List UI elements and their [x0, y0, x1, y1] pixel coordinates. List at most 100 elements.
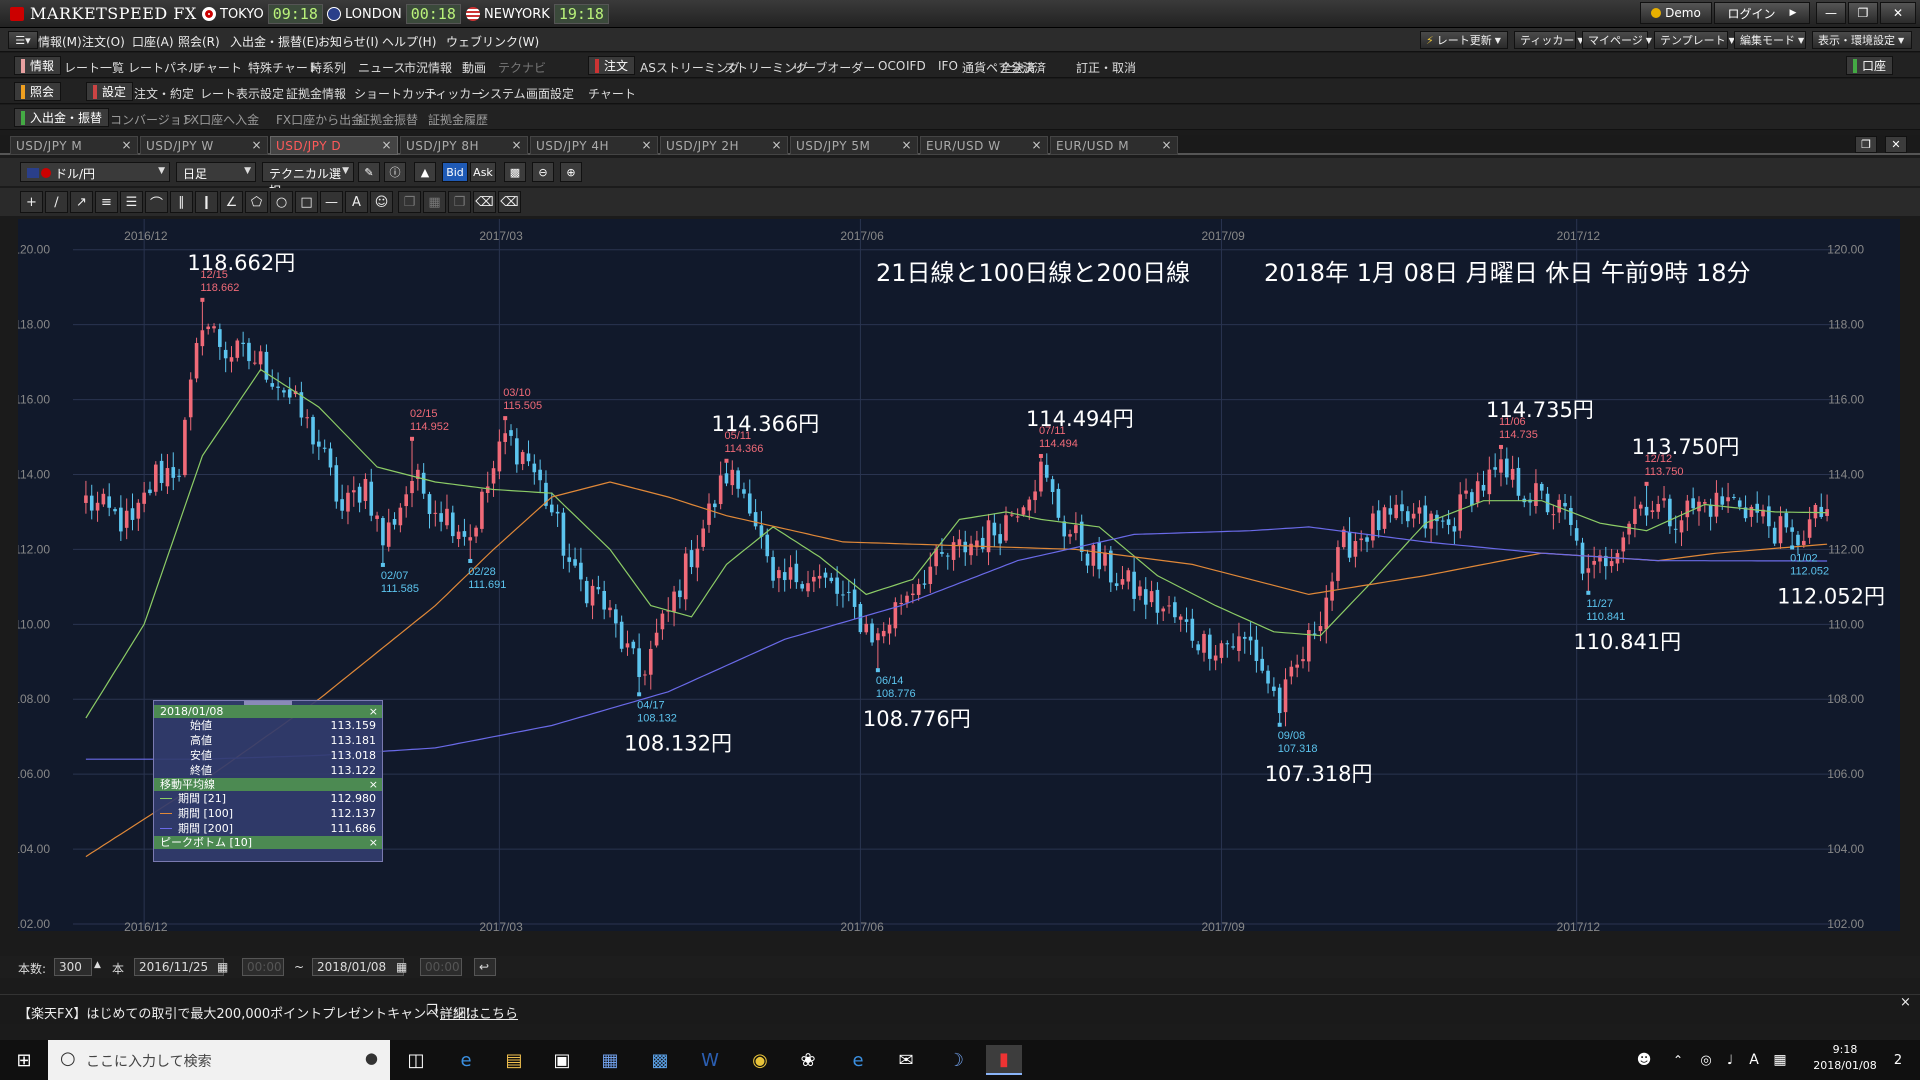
task-view-icon[interactable]: ◫ [398, 1045, 434, 1075]
chart-type-icon[interactable]: ▩ [504, 162, 526, 182]
menu-item[interactable]: 注文(O) [82, 33, 125, 50]
store-icon[interactable]: ▣ [544, 1045, 580, 1075]
menu-item[interactable]: ヘルプ(H) [382, 33, 436, 50]
mail-icon[interactable]: ✉ [888, 1045, 924, 1075]
toolbar-item[interactable]: チャート [194, 59, 242, 76]
microphone-icon[interactable]: ● [365, 1049, 378, 1067]
toolbar-item[interactable]: OCO [878, 59, 905, 73]
bid-button[interactable]: Bid [442, 162, 468, 182]
toolbar-item[interactable]: 画面設定 [526, 85, 574, 102]
people-icon[interactable]: ☻ [1626, 1045, 1662, 1075]
erase-all-icon[interactable]: ⌫ [498, 191, 521, 213]
calculator-icon[interactable]: ▦ [592, 1045, 628, 1075]
channel-icon[interactable]: ∥ [170, 191, 193, 213]
close-tab-icon[interactable]: × [641, 138, 652, 152]
pentagon-icon[interactable]: ⬠ [245, 191, 268, 213]
toolbar-item[interactable]: 時系列 [310, 59, 346, 76]
marketspeed-icon[interactable]: ▮ [986, 1045, 1022, 1075]
taskbar-search[interactable]: ○ ここに入力して検索 ● [48, 1040, 390, 1080]
word-icon[interactable]: W [692, 1045, 728, 1075]
trendline-icon[interactable]: ∕ [45, 191, 68, 213]
menu-item[interactable]: 情報(M) [38, 33, 82, 50]
toolbar-item[interactable]: レート一覧 [64, 59, 124, 76]
menu-item[interactable]: 口座(A) [132, 33, 174, 50]
tab-chart[interactable]: USD/JPY 8H × [400, 136, 528, 155]
paste-icon[interactable]: ▦ [423, 191, 446, 213]
app-icon[interactable]: ☽ [938, 1045, 974, 1075]
fibonacci-icon[interactable]: ☰ [120, 191, 143, 213]
app-window-icon[interactable]: ▩ [642, 1045, 678, 1075]
period-select[interactable]: 日足 [176, 162, 256, 182]
angle-icon[interactable]: ∠ [220, 191, 243, 213]
chart-info-panel[interactable]: 2018/01/08 × 始値 113.159 高値 113.181 安値 113.018 終… [153, 700, 383, 862]
toolbar-item[interactable]: ティッカー [424, 85, 483, 102]
windows-start-icon[interactable]: ⊞ [6, 1045, 42, 1075]
duplicate-icon[interactable]: ❐ [448, 191, 471, 213]
zoom-in-icon[interactable]: ⊕ [560, 162, 582, 182]
tab-chart[interactable]: USD/JPY W × [140, 136, 268, 155]
close-icon[interactable]: × [369, 836, 378, 849]
hamburger-menu-icon[interactable]: ☰▾ [8, 31, 38, 49]
reset-range-icon[interactable]: ↩ [474, 958, 496, 976]
technical-select[interactable]: テクニカル選択 [262, 162, 354, 198]
time-from-input[interactable]: 00:00 [242, 958, 284, 976]
toolbar-dropdown-button[interactable]: 編集モード ▼ [1734, 31, 1806, 49]
toolbar-dropdown-button[interactable]: 表示・環境設定 ▼ [1812, 31, 1912, 49]
toolbar-dropdown-button[interactable]: ⚡ レート更新 ▼ [1420, 31, 1508, 49]
system-clock[interactable]: 9:18 2018/01/08 [1800, 1043, 1890, 1072]
tab-chart[interactable]: USD/JPY 5M × [790, 136, 918, 155]
menu-item[interactable]: 入出金・振替(E) [230, 33, 319, 50]
close-tab-icon[interactable]: × [901, 138, 912, 152]
zoom-out-icon[interactable]: ⊖ [532, 162, 554, 182]
menu-item[interactable]: ウェブリンク(W) [446, 33, 539, 50]
date-to-input[interactable]: 2018/01/08 [312, 958, 404, 976]
menu-item[interactable]: 照会(R) [178, 33, 220, 50]
close-tab-icon[interactable]: × [381, 138, 392, 152]
vertical-lines-icon[interactable]: ❙ [195, 191, 218, 213]
network-app-icon[interactable]: ❀ [790, 1045, 826, 1075]
edge-icon[interactable]: e [840, 1045, 876, 1075]
eraser-icon[interactable]: ⌫ [473, 191, 496, 213]
close-tab-icon[interactable]: × [121, 138, 132, 152]
close-window-button[interactable]: ✕ [1880, 2, 1916, 24]
close-banner-icon[interactable]: × [1900, 995, 1911, 1010]
pen-icon[interactable]: ✎ [358, 162, 380, 182]
toolbar-item[interactable]: 証拠金履歴 [428, 111, 488, 128]
tab-chart[interactable]: USD/JPY D × [270, 136, 398, 155]
close-panel-icon[interactable]: ✕ [1885, 136, 1907, 153]
toolbar-item[interactable]: FX口座へ入金 [184, 111, 259, 128]
file-explorer-icon[interactable]: ▤ [496, 1045, 532, 1075]
login-button[interactable]: ログイン ▶ [1714, 2, 1810, 24]
toolbar-item[interactable]: コンバージョン [110, 111, 194, 128]
keyboard-icon[interactable]: ▦ [1762, 1045, 1798, 1075]
toolbar-dropdown-button[interactable]: マイページ ▼ [1582, 31, 1652, 49]
calendar-icon[interactable]: ▦ [396, 960, 407, 974]
toolbar-item[interactable]: 訂正・取消 [1076, 59, 1136, 76]
spin-icon[interactable]: ▲ [94, 960, 101, 970]
toolbar-item[interactable]: テクナビ [498, 59, 546, 76]
arc-icon[interactable]: ⌒ [145, 191, 168, 213]
tab-chart[interactable]: USD/JPY 2H × [660, 136, 788, 155]
toolbar-item[interactable]: チャート [588, 85, 636, 102]
toolbar-item[interactable]: IFD [906, 59, 926, 73]
toolbar-item[interactable]: 注文・約定 [134, 85, 194, 102]
info-icon[interactable]: ⓘ [384, 162, 406, 182]
toolbar-item[interactable]: ニュース [358, 59, 405, 76]
minimize-button[interactable]: — [1816, 2, 1846, 24]
close-tab-icon[interactable]: × [511, 138, 522, 152]
maximize-button[interactable]: ❐ [1848, 2, 1878, 24]
toolbar-item[interactable]: リーブオーダー [792, 59, 875, 76]
rectangle-icon[interactable]: □ [295, 191, 318, 213]
restore-panel-icon[interactable]: ❐ [1855, 136, 1877, 153]
currency-pair-select[interactable]: ドル/円 [20, 162, 170, 182]
crosshair-icon[interactable]: + [20, 191, 43, 213]
toolbar-item[interactable]: システム [478, 85, 526, 102]
toolbar-item[interactable]: 全決済 [1000, 59, 1036, 76]
close-tab-icon[interactable]: × [771, 138, 782, 152]
inquiry-group-label[interactable]: 照会 [14, 82, 62, 101]
tab-chart[interactable]: EUR/USD M × [1050, 136, 1178, 155]
toolbar-item[interactable]: IFO [938, 59, 958, 73]
text-icon[interactable]: A [345, 191, 368, 213]
tab-chart[interactable]: USD/JPY 4H × [530, 136, 658, 155]
date-from-input[interactable]: 2016/11/25 [134, 958, 224, 976]
